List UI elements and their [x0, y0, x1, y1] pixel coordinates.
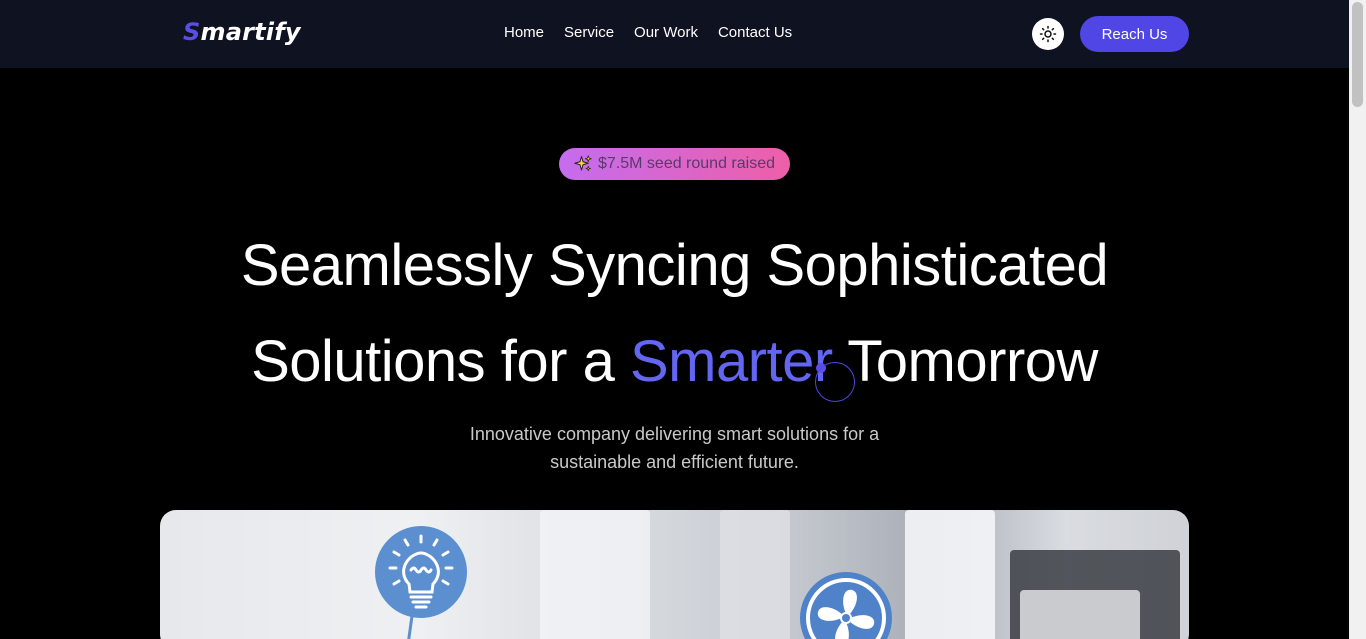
hero-subtitle-line1: Innovative company delivering smart solu… [469, 424, 880, 444]
hero-image [160, 510, 1189, 639]
nav-links: Home Service Our Work Contact Us [504, 24, 792, 41]
hero-subtitle-line2: sustainable and efficient future. [550, 452, 799, 472]
logo-rest: martify [200, 18, 301, 46]
hero-subtitle: Innovative company delivering smart solu… [0, 420, 1349, 476]
nav-link-our-work[interactable]: Our Work [634, 24, 698, 41]
theme-toggle-button[interactable] [1032, 18, 1064, 50]
brand-logo[interactable]: Smartify [183, 18, 301, 46]
hero-title-line2-suffix: Tomorrow [832, 329, 1098, 394]
navbar: Smartify Home Service Our Work Contact U… [0, 0, 1349, 68]
lightbulb-icon [375, 526, 467, 639]
nav-link-contact-us[interactable]: Contact Us [718, 24, 792, 41]
hero-title-accent: Smarter [629, 329, 833, 394]
nav-link-home[interactable]: Home [504, 24, 544, 41]
hero-title-line1: Seamlessly Syncing Sophisticated [240, 233, 1109, 298]
page: Smartify Home Service Our Work Contact U… [0, 0, 1366, 639]
sparkle-icon [574, 155, 592, 172]
funding-badge: $7.5M seed round raised [559, 148, 790, 180]
scrollbar-thumb[interactable] [1352, 2, 1363, 107]
page-scrollbar[interactable] [1349, 0, 1366, 639]
hero-title-line2-prefix: Solutions for a [251, 329, 630, 394]
blur-panel [720, 510, 790, 639]
fan-icon [800, 572, 892, 639]
hero-title: Seamlessly Syncing Sophisticated Solutio… [0, 218, 1349, 410]
blur-cabinet [540, 510, 650, 639]
logo-initial: S [183, 18, 201, 46]
blur-fridge [905, 510, 995, 639]
badge-text: $7.5M seed round raised [598, 155, 775, 172]
nav-link-service[interactable]: Service [564, 24, 614, 41]
sun-icon [1039, 25, 1057, 43]
blur-appliance-panel [1020, 590, 1140, 639]
reach-us-button[interactable]: Reach Us [1080, 16, 1189, 52]
custom-cursor-ring [815, 362, 855, 402]
